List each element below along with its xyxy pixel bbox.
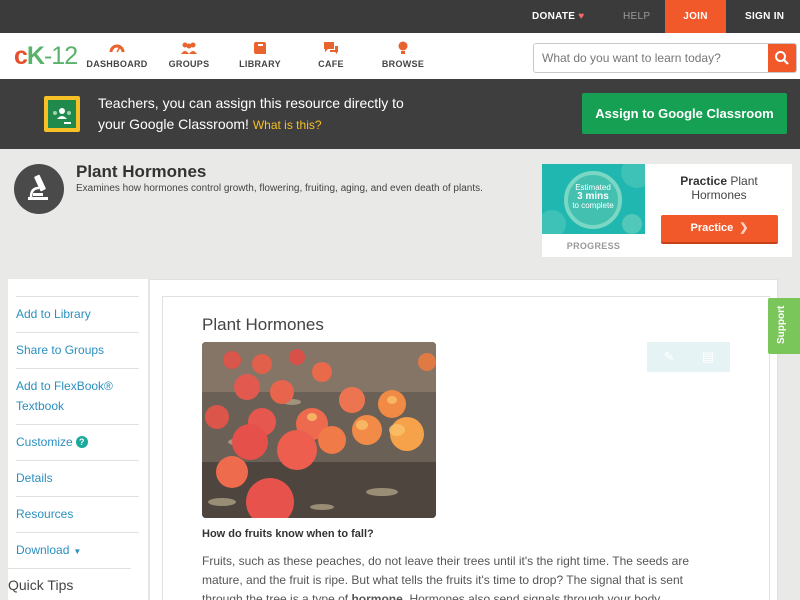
search-box xyxy=(533,43,797,73)
donate-label: DONATE xyxy=(532,11,576,22)
dashboard-icon xyxy=(109,44,125,53)
help-link[interactable]: HELP xyxy=(623,0,650,33)
nav-cafe[interactable]: CAFE xyxy=(291,41,371,69)
content-title: Plant Hormones xyxy=(202,315,324,334)
help-icon[interactable]: ? xyxy=(75,436,88,448)
lesson-question: How do fruits know when to fall? xyxy=(202,528,374,540)
ck12-logo[interactable]: cK-12 xyxy=(14,42,78,70)
join-button[interactable]: JOIN xyxy=(665,0,726,33)
library-icon xyxy=(254,42,266,54)
assign-to-google-classroom-button[interactable]: Assign to Google Classroom xyxy=(582,93,787,134)
quick-tips-heading: Quick Tips xyxy=(8,568,131,593)
heart-icon: ♥ xyxy=(578,11,585,22)
notes-icon[interactable]: ▤ xyxy=(700,349,716,365)
cafe-icon xyxy=(324,42,338,54)
nav-browse[interactable]: BROWSE xyxy=(363,41,443,69)
details-link[interactable]: Details xyxy=(16,460,139,488)
google-classroom-icon xyxy=(44,96,80,132)
main-nav: cK-12 DASHBOARD GROUPS LIBRARY CAFE BROW… xyxy=(0,33,800,79)
search-button[interactable] xyxy=(768,44,796,72)
practice-button[interactable]: Practice ❯ xyxy=(661,215,778,244)
nav-dashboard[interactable]: DASHBOARD xyxy=(77,41,157,69)
microscope-icon xyxy=(14,164,64,214)
add-to-flexbook-link[interactable]: Add to FlexBook® Textbook xyxy=(16,368,139,416)
resource-description: Examines how hormones control growth, fl… xyxy=(76,183,483,194)
nav-groups[interactable]: GROUPS xyxy=(149,41,229,69)
practice-card: Estimated 3 mins to complete PROGRESS Pr… xyxy=(542,164,792,257)
browse-icon xyxy=(398,41,408,54)
what-is-this-link[interactable]: What is this? xyxy=(253,118,322,132)
search-input[interactable] xyxy=(534,44,769,72)
search-icon xyxy=(775,51,789,65)
customize-link[interactable]: Customize? xyxy=(16,424,139,452)
sidebar: Add to Library Share to Groups Add to Fl… xyxy=(8,279,150,600)
donate-link[interactable]: DONATE ♥ xyxy=(532,0,585,33)
pencil-icon[interactable]: ✎ xyxy=(661,349,677,365)
groups-icon xyxy=(181,42,197,54)
add-to-library-link[interactable]: Add to Library xyxy=(16,296,139,324)
banner-message: Teachers, you can assign this resource d… xyxy=(98,95,404,132)
sign-in-link[interactable]: SIGN IN xyxy=(745,0,784,33)
fallen-peaches-image xyxy=(202,342,436,518)
lesson-paragraph: Fruits, such as these peaches, do not le… xyxy=(202,554,689,600)
note-tools: ✎ ▤ xyxy=(647,342,730,372)
to-complete-label: to complete xyxy=(572,201,614,210)
caret-down-icon: ▼ xyxy=(73,547,82,556)
share-to-groups-link[interactable]: Share to Groups xyxy=(16,332,139,360)
support-tab[interactable]: Support xyxy=(768,298,800,354)
resource-title: Plant Hormones xyxy=(76,162,207,181)
chevron-right-icon: ❯ xyxy=(739,222,749,234)
progress-label: PROGRESS xyxy=(566,241,621,251)
progress-badge: Estimated 3 mins to complete xyxy=(542,164,645,234)
top-bar: DONATE ♥ HELP JOIN SIGN IN xyxy=(0,0,800,33)
nav-library[interactable]: LIBRARY xyxy=(220,41,300,69)
practice-title: Practice Plant Hormones xyxy=(680,174,758,202)
download-dropdown[interactable]: Download ▼ xyxy=(16,532,139,562)
resources-link[interactable]: Resources xyxy=(16,496,139,524)
